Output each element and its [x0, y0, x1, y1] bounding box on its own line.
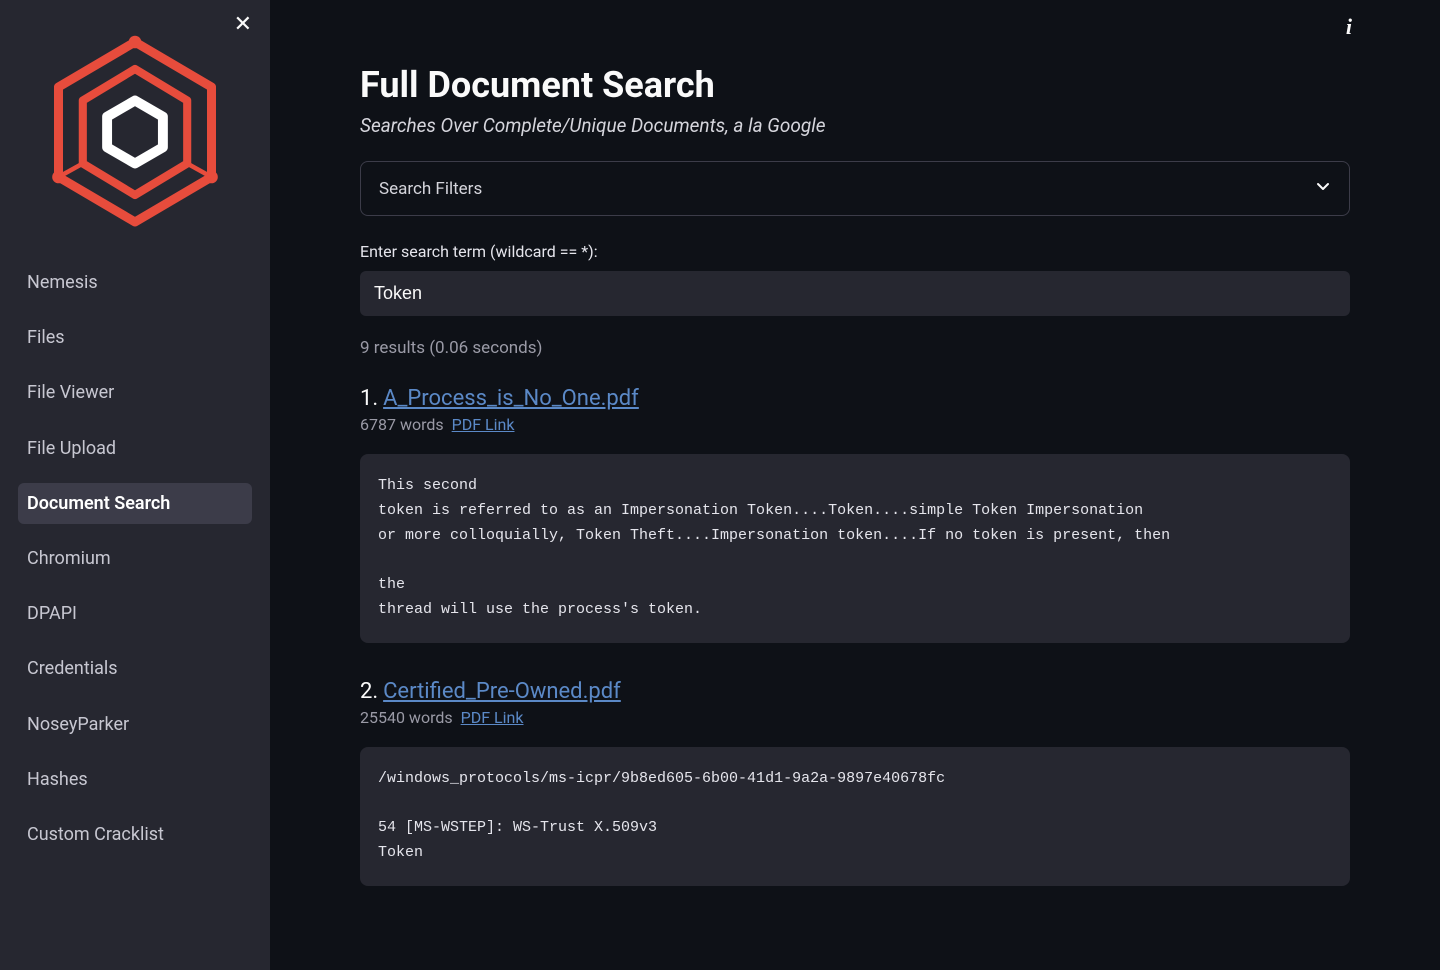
- sidebar-item-noseyparker[interactable]: NoseyParker: [18, 704, 252, 745]
- logo-container: [0, 12, 270, 262]
- search-filters-label: Search Filters: [379, 179, 482, 199]
- pdf-link[interactable]: PDF Link: [452, 415, 515, 434]
- sidebar-item-credentials[interactable]: Credentials: [18, 648, 252, 689]
- chevron-down-icon: [1315, 178, 1331, 199]
- sidebar-item-file-viewer[interactable]: File Viewer: [18, 372, 252, 413]
- result-snippet: /windows_protocols/ms-icpr/9b8ed605-6b00…: [360, 747, 1350, 886]
- results-count: 9 results (0.06 seconds): [360, 338, 1350, 358]
- result-item: 1. A_Process_is_No_One.pdf 6787 words PDF …: [360, 386, 1350, 643]
- main-content: i Full Document Search Searches Over Com…: [270, 0, 1440, 970]
- results-container: 1. A_Process_is_No_One.pdf 6787 words PDF …: [360, 386, 1350, 886]
- sidebar-item-chromium[interactable]: Chromium: [18, 538, 252, 579]
- result-word-count: 25540 words: [360, 708, 453, 727]
- result-meta: 25540 words PDF Link: [360, 708, 1350, 727]
- search-input[interactable]: [360, 271, 1350, 316]
- result-index: 2.: [360, 679, 378, 704]
- page-title: Full Document Search: [360, 64, 1350, 106]
- close-icon[interactable]: ✕: [234, 14, 252, 36]
- result-item: 2. Certified_Pre-Owned.pdf 25540 words PDF…: [360, 679, 1350, 886]
- result-title: 1. A_Process_is_No_One.pdf: [360, 386, 1350, 411]
- sidebar: ✕ Nemesis Files File Viewer File Upload Docu…: [0, 0, 270, 970]
- result-meta: 6787 words PDF Link: [360, 415, 1350, 434]
- result-title-link[interactable]: A_Process_is_No_One.pdf: [383, 386, 639, 411]
- sidebar-item-file-upload[interactable]: File Upload: [18, 428, 252, 469]
- result-title: 2. Certified_Pre-Owned.pdf: [360, 679, 1350, 704]
- sidebar-item-dpapi[interactable]: DPAPI: [18, 593, 252, 634]
- result-snippet: This second token is referred to as an I…: [360, 454, 1350, 643]
- info-icon[interactable]: i: [1346, 14, 1352, 40]
- result-title-link[interactable]: Certified_Pre-Owned.pdf: [383, 679, 621, 704]
- nav-list: Nemesis Files File Viewer File Upload Docume…: [0, 262, 270, 869]
- pdf-link[interactable]: PDF Link: [461, 708, 524, 727]
- search-input-label: Enter search term (wildcard == *):: [360, 242, 1350, 261]
- sidebar-item-files[interactable]: Files: [18, 317, 252, 358]
- sidebar-item-nemesis[interactable]: Nemesis: [18, 262, 252, 303]
- sidebar-item-custom-cracklist[interactable]: Custom Cracklist: [18, 814, 252, 855]
- result-word-count: 6787 words: [360, 415, 444, 434]
- page-subtitle: Searches Over Complete/Unique Documents,…: [360, 114, 1350, 137]
- sidebar-item-hashes[interactable]: Hashes: [18, 759, 252, 800]
- logo-icon: [45, 32, 225, 232]
- search-filters-expander[interactable]: Search Filters: [360, 161, 1350, 216]
- result-index: 1.: [360, 386, 378, 411]
- sidebar-item-document-search[interactable]: Document Search: [18, 483, 252, 524]
